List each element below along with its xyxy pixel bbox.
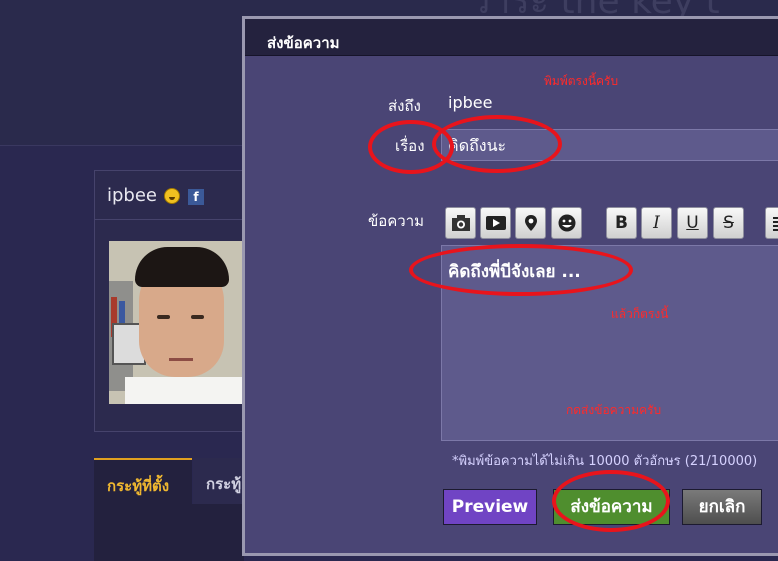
preview-button[interactable]: Preview xyxy=(443,489,537,525)
annotation-press-send: กดส่งข้อความครับ xyxy=(566,403,662,417)
emoticon-icon[interactable] xyxy=(551,207,582,239)
underline-button[interactable]: U xyxy=(677,207,708,239)
dialog-header: ส่งข้อความ xyxy=(245,19,778,56)
annotation-circle-subject-input xyxy=(432,115,562,173)
profile-name[interactable]: ipbee xyxy=(107,185,157,206)
photo-icon[interactable] xyxy=(445,207,476,239)
annotation-type-here: พิมพ์ตรงนี้ครับ xyxy=(544,74,619,88)
location-icon[interactable] xyxy=(515,207,546,239)
annotation-circle-send-button xyxy=(552,470,670,532)
annotation-circle-message xyxy=(409,244,633,296)
facebook-icon[interactable]: f xyxy=(188,189,204,205)
avatar xyxy=(109,241,245,404)
profile-card: ipbee f xyxy=(94,170,256,432)
italic-button[interactable]: I xyxy=(641,207,672,239)
dialog-title: ส่งข้อความ xyxy=(267,34,340,52)
avatar-hair xyxy=(135,247,229,287)
annotation-then-here: แล้วก็ตรงนี้ xyxy=(611,307,669,321)
align-icon[interactable] xyxy=(765,207,778,239)
smiley-icon xyxy=(164,188,180,204)
tab-my-topics[interactable]: กระทู้ที่ตั้ง xyxy=(94,458,192,504)
character-limit-note: *พิมพ์ข้อความได้ไม่เกิน 10000 ตัวอักษร (… xyxy=(452,454,758,469)
recipient-value: ipbee xyxy=(448,93,493,112)
avatar-eye xyxy=(191,315,204,319)
tab-panel xyxy=(94,504,244,561)
bold-button[interactable]: B xyxy=(606,207,637,239)
avatar-mouth xyxy=(169,358,193,361)
avatar-eye xyxy=(157,315,170,319)
to-label: ส่งถึง xyxy=(388,97,421,115)
message-label: ข้อความ xyxy=(368,212,425,230)
strikethrough-button[interactable]: S xyxy=(713,207,744,239)
cancel-button[interactable]: ยกเลิก xyxy=(682,489,762,525)
tab-topics[interactable]: กระทู้ xyxy=(193,458,243,504)
divider xyxy=(95,219,255,220)
video-icon[interactable] xyxy=(480,207,511,239)
avatar-shirt xyxy=(125,377,245,404)
